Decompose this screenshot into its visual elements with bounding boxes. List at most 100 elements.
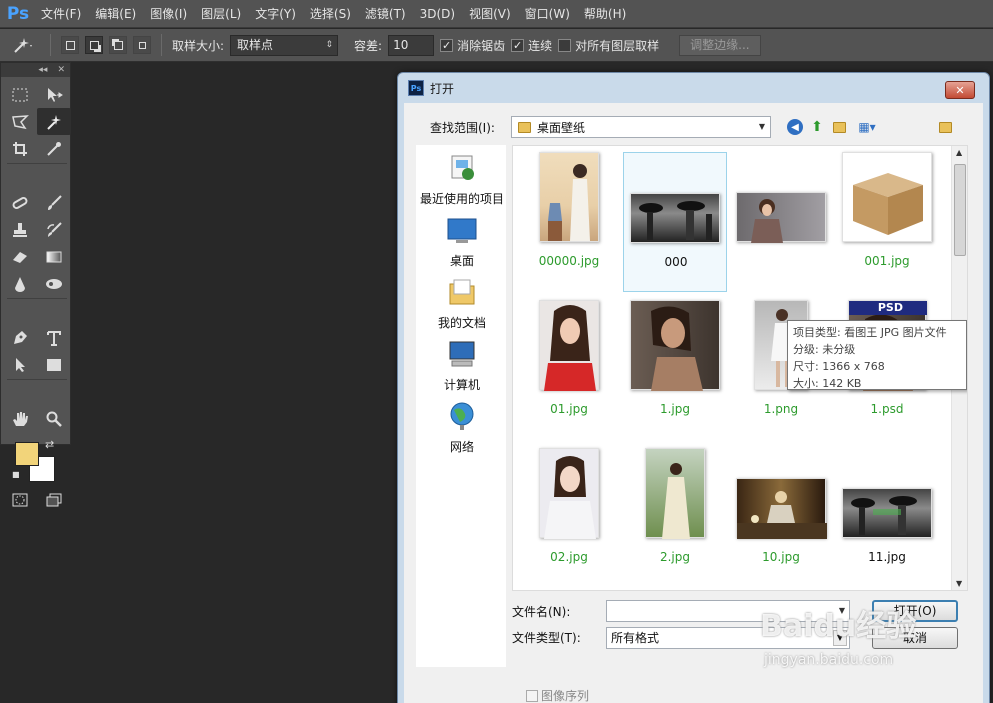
sample-size-select[interactable]: 取样点 ⇕: [230, 34, 339, 56]
collapse-icon[interactable]: ◂◂: [38, 65, 47, 75]
new-folder-icon: [832, 121, 846, 133]
blur-drop-icon: [15, 276, 25, 292]
contiguous-checkbox[interactable]: ✓ 连续: [511, 37, 552, 54]
lookin-dropdown[interactable]: 桌面壁纸 ▼: [511, 116, 771, 138]
subtract-selection-button[interactable]: [109, 36, 127, 54]
type-tool[interactable]: [37, 324, 71, 351]
contiguous-label: 连续: [528, 38, 553, 53]
up-one-level-button[interactable]: ⬆: [809, 119, 825, 135]
crop-tool[interactable]: [3, 135, 37, 162]
scrollbar-thumb[interactable]: [954, 164, 966, 256]
subtract-selection-icon: [113, 40, 123, 50]
add-selection-icon: [89, 40, 99, 50]
place-documents[interactable]: 我的文档: [417, 276, 507, 331]
place-computer[interactable]: 计算机: [417, 338, 507, 393]
intersect-selection-button[interactable]: [133, 36, 151, 54]
blur-tool[interactable]: [3, 270, 37, 297]
default-colors-icon[interactable]: ■: [12, 470, 22, 480]
eyedropper-tool[interactable]: [37, 135, 71, 162]
hand-tool[interactable]: [3, 405, 37, 432]
file-tooltip: 项目类型: 看图王 JPG 图片文件 分级: 未分级 尺寸: 1366 x 76…: [787, 320, 967, 390]
divider: [7, 298, 67, 299]
file-thumbnail: [645, 448, 705, 539]
menu-select[interactable]: 选择(S): [303, 0, 358, 28]
file-item[interactable]: 001.jpg: [835, 152, 939, 292]
history-brush-tool[interactable]: [37, 216, 71, 243]
menu-bar: Ps 文件(F) 编辑(E) 图像(I) 图层(L) 文字(Y) 选择(S) 滤…: [0, 0, 993, 28]
brush-tool[interactable]: [37, 189, 71, 216]
pen-tool[interactable]: [3, 324, 37, 351]
clone-stamp-tool[interactable]: [3, 216, 37, 243]
quick-mask-button[interactable]: [3, 486, 37, 513]
close-button[interactable]: ✕: [945, 81, 975, 99]
file-item[interactable]: 1.jpg: [623, 300, 727, 440]
file-thumbnail: [539, 152, 599, 242]
file-item[interactable]: 01.jpg: [517, 300, 621, 440]
menu-file[interactable]: 文件(F): [34, 0, 88, 28]
file-item[interactable]: 00000.jpg: [517, 152, 621, 292]
path-selection-tool[interactable]: [3, 351, 37, 378]
lasso-tool[interactable]: [3, 108, 37, 135]
menu-layer[interactable]: 图层(L): [194, 0, 248, 28]
menu-window[interactable]: 窗口(W): [518, 0, 577, 28]
refine-edge-button[interactable]: 调整边缘...: [679, 34, 761, 56]
portrait-image: [751, 199, 783, 243]
polygon-lasso-icon: [12, 114, 29, 129]
back-button[interactable]: ◀: [787, 119, 803, 135]
file-item[interactable]: 2.jpg: [623, 448, 727, 588]
new-folder-button[interactable]: [831, 119, 847, 135]
intersect-selection-icon: [138, 41, 146, 49]
baidu-watermark: Baidu经验: [760, 609, 917, 644]
tool-preset-picker[interactable]: [6, 33, 40, 57]
foreground-color-swatch[interactable]: [15, 442, 39, 466]
screen-mode-button[interactable]: [37, 486, 71, 513]
up-folder-icon: ⬆: [811, 119, 823, 135]
move-tool[interactable]: [37, 81, 71, 108]
file-item[interactable]: 10.jpg: [729, 448, 833, 588]
swap-colors-icon[interactable]: ⇄: [45, 438, 54, 451]
favorites-button[interactable]: [937, 119, 953, 135]
shape-tool[interactable]: [37, 351, 71, 378]
antialias-checkbox[interactable]: ✓ 消除锯齿: [440, 37, 505, 54]
file-item[interactable]: 11.jpg: [835, 448, 939, 588]
chevron-down-icon: ▼: [758, 122, 765, 131]
arrow-pointer-icon: [16, 357, 25, 372]
dodge-tool[interactable]: [37, 270, 71, 297]
dinner-scene-image: [737, 491, 827, 539]
place-desktop[interactable]: 桌面: [417, 214, 507, 269]
menu-edit[interactable]: 编辑(E): [88, 0, 143, 28]
menu-3d[interactable]: 3D(D): [413, 0, 462, 28]
menu-image[interactable]: 图像(I): [143, 0, 194, 28]
new-selection-button[interactable]: [61, 36, 79, 54]
scroll-up-icon[interactable]: ▲: [956, 148, 962, 157]
file-item-selected[interactable]: 000: [623, 152, 727, 292]
sample-all-layers-checkbox[interactable]: 对所有图层取样: [558, 37, 659, 54]
psd-badge: PSD: [849, 301, 927, 315]
close-icon[interactable]: ✕: [57, 65, 65, 75]
marquee-tool[interactable]: [3, 81, 37, 108]
file-thumbnail: [630, 300, 720, 391]
file-item[interactable]: 02.jpg: [517, 448, 621, 588]
menu-type[interactable]: 文字(Y): [248, 0, 303, 28]
file-item[interactable]: [729, 152, 833, 292]
menu-filter[interactable]: 滤镜(T): [358, 0, 413, 28]
place-network[interactable]: 网络: [417, 400, 507, 455]
add-to-selection-button[interactable]: [85, 36, 103, 54]
eraser-tool[interactable]: [3, 243, 37, 270]
magic-wand-tool[interactable]: [37, 108, 71, 135]
zoom-tool[interactable]: [37, 405, 71, 432]
place-recent[interactable]: 最近使用的项目: [417, 152, 507, 207]
view-menu-button[interactable]: ▦▾: [852, 119, 882, 135]
menu-help[interactable]: 帮助(H): [577, 0, 633, 28]
tolerance-input[interactable]: 10: [388, 34, 435, 56]
scroll-down-icon[interactable]: ▼: [956, 579, 962, 588]
pen-icon: [14, 330, 27, 344]
healing-brush-tool[interactable]: [3, 189, 37, 216]
gradient-tool[interactable]: [37, 243, 71, 270]
tooltip-filesize: 大小: 142 KB: [793, 377, 862, 390]
folder-icon: [518, 121, 531, 133]
file-list: 00000.jpg 000 001.jpg 01.jpg 1.jpg 1.png…: [512, 145, 968, 591]
baidu-watermark-url: jingyan.baidu.com: [764, 652, 894, 668]
image-sequence-checkbox[interactable]: 图像序列: [526, 687, 589, 703]
menu-view[interactable]: 视图(V): [462, 0, 518, 28]
